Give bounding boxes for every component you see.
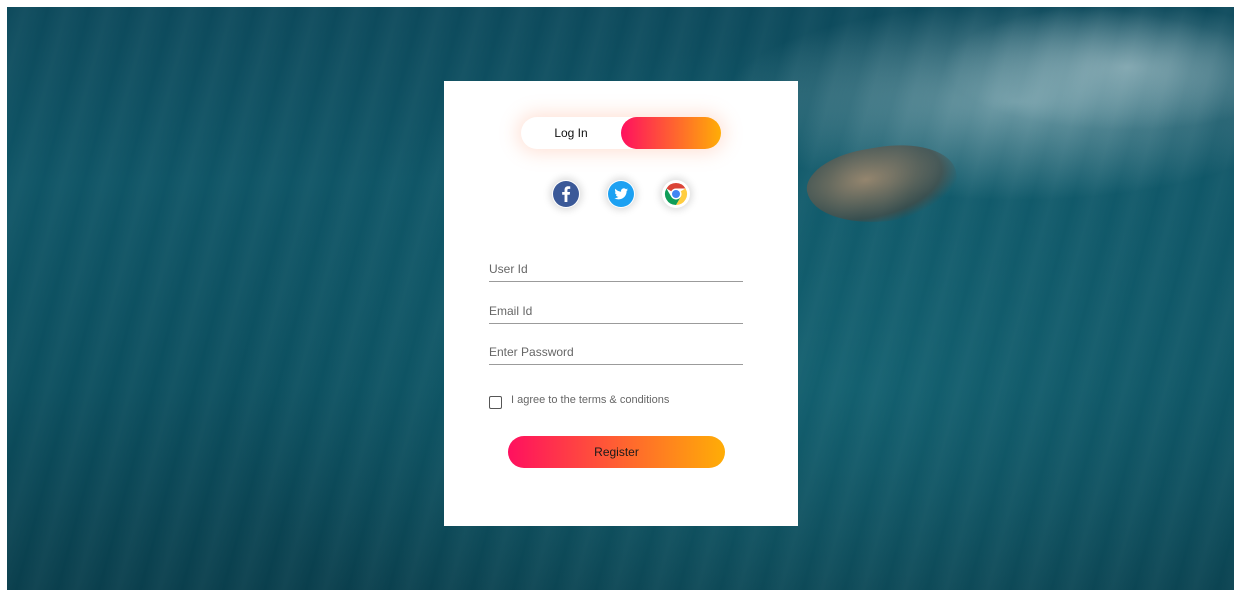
auth-card: Log In User Id Email Id I agree to the t…: [444, 81, 798, 526]
login-tab[interactable]: Log In: [521, 117, 621, 149]
terms-label: I agree to the terms & conditions: [511, 394, 670, 406]
register-button[interactable]: Register: [508, 436, 725, 468]
twitter-icon[interactable]: [607, 180, 635, 208]
register-tab[interactable]: [621, 117, 721, 149]
auth-toggle: Log In: [521, 117, 721, 149]
email-input[interactable]: [489, 294, 743, 324]
terms-row: I agree to the terms & conditions: [489, 392, 670, 409]
facebook-icon[interactable]: [552, 180, 580, 208]
password-input[interactable]: [489, 335, 743, 365]
chrome-icon[interactable]: [662, 180, 690, 208]
social-login: [552, 180, 692, 210]
terms-checkbox[interactable]: [489, 396, 502, 409]
user-id-input[interactable]: [489, 252, 743, 282]
